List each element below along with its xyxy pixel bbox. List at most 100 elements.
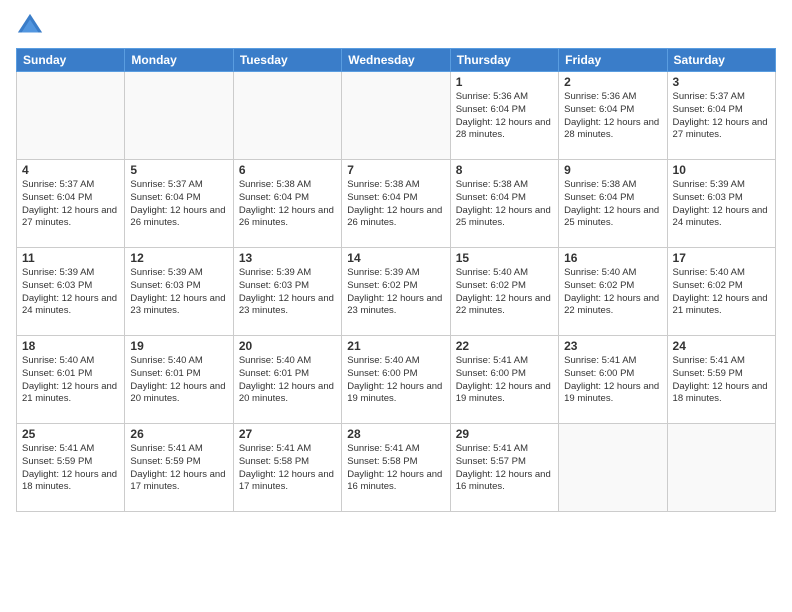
day-number: 15 (456, 251, 553, 265)
logo (16, 12, 48, 40)
day-info: Sunrise: 5:40 AM Sunset: 6:01 PM Dayligh… (130, 355, 227, 406)
day-cell: 14Sunrise: 5:39 AM Sunset: 6:02 PM Dayli… (342, 248, 450, 336)
day-info: Sunrise: 5:39 AM Sunset: 6:03 PM Dayligh… (673, 179, 770, 230)
day-cell: 4 Sunrise: 5:37 AM Sunset: 6:04 PM Daylig… (17, 160, 125, 248)
day-number: 10 (673, 163, 770, 177)
day-cell: 15 Sunrise: 5:40 AM Sunset: 6:02 PM Dayli… (450, 248, 558, 336)
col-header-tuesday: Tuesday (233, 49, 341, 72)
day-info: Sunrise: 5:41 AM Sunset: 5:59 PM Dayligh… (130, 443, 227, 494)
col-header-thursday: Thursday (450, 49, 558, 72)
day-number: 13 (239, 251, 336, 265)
week-row-4: 18 Sunrise: 5:40 AM Sunset: 6:01 PM Dayli… (17, 336, 776, 424)
day-cell: 19 Sunrise: 5:40 AM Sunset: 6:01 PM Dayli… (125, 336, 233, 424)
day-info: Sunrise: 5:39 AM Sunset: 6:03 PM Dayligh… (239, 267, 336, 318)
day-cell: 17Sunrise: 5:40 AM Sunset: 6:02 PM Dayli… (667, 248, 775, 336)
day-cell (342, 72, 450, 160)
day-info: Sunrise: 5:41 AM Sunset: 5:58 PM Dayligh… (347, 443, 444, 494)
day-number: 25 (22, 427, 119, 441)
day-number: 17 (673, 251, 770, 265)
day-cell: 8 Sunrise: 5:38 AM Sunset: 6:04 PM Daylig… (450, 160, 558, 248)
col-header-wednesday: Wednesday (342, 49, 450, 72)
day-cell: 10 Sunrise: 5:39 AM Sunset: 6:03 PM Dayli… (667, 160, 775, 248)
day-number: 9 (564, 163, 661, 177)
calendar-table: SundayMondayTuesdayWednesdayThursdayFrid… (16, 48, 776, 512)
day-number: 22 (456, 339, 553, 353)
day-number: 26 (130, 427, 227, 441)
day-number: 1 (456, 75, 553, 89)
day-cell (125, 72, 233, 160)
day-info: Sunrise: 5:40 AM Sunset: 6:00 PM Dayligh… (347, 355, 444, 406)
day-cell (233, 72, 341, 160)
day-number: 29 (456, 427, 553, 441)
day-number: 27 (239, 427, 336, 441)
day-info: Sunrise: 5:40 AM Sunset: 6:01 PM Dayligh… (239, 355, 336, 406)
day-cell (17, 72, 125, 160)
week-row-5: 25 Sunrise: 5:41 AM Sunset: 5:59 PM Dayli… (17, 424, 776, 512)
day-cell: 9 Sunrise: 5:38 AM Sunset: 6:04 PM Daylig… (559, 160, 667, 248)
day-cell: 16 Sunrise: 5:40 AM Sunset: 6:02 PM Dayli… (559, 248, 667, 336)
day-cell: 7 Sunrise: 5:38 AM Sunset: 6:04 PM Daylig… (342, 160, 450, 248)
day-info: Sunrise: 5:41 AM Sunset: 6:00 PM Dayligh… (456, 355, 553, 406)
day-cell: 18 Sunrise: 5:40 AM Sunset: 6:01 PM Dayli… (17, 336, 125, 424)
day-info: Sunrise: 5:41 AM Sunset: 5:59 PM Dayligh… (22, 443, 119, 494)
day-number: 12 (130, 251, 227, 265)
day-cell: 3 Sunrise: 5:37 AM Sunset: 6:04 PM Daylig… (667, 72, 775, 160)
day-info: Sunrise: 5:40 AM Sunset: 6:01 PM Dayligh… (22, 355, 119, 406)
page: SundayMondayTuesdayWednesdayThursdayFrid… (0, 0, 792, 612)
week-row-1: 1 Sunrise: 5:36 AM Sunset: 6:04 PM Daylig… (17, 72, 776, 160)
day-number: 3 (673, 75, 770, 89)
day-number: 24 (673, 339, 770, 353)
col-header-sunday: Sunday (17, 49, 125, 72)
day-number: 18 (22, 339, 119, 353)
day-info: Sunrise: 5:40 AM Sunset: 6:02 PM Dayligh… (456, 267, 553, 318)
day-info: Sunrise: 5:37 AM Sunset: 6:04 PM Dayligh… (130, 179, 227, 230)
day-cell: 21 Sunrise: 5:40 AM Sunset: 6:00 PM Dayli… (342, 336, 450, 424)
day-cell: 11 Sunrise: 5:39 AM Sunset: 6:03 PM Dayli… (17, 248, 125, 336)
day-info: Sunrise: 5:41 AM Sunset: 6:00 PM Dayligh… (564, 355, 661, 406)
day-info: Sunrise: 5:39 AM Sunset: 6:03 PM Dayligh… (22, 267, 119, 318)
day-info: Sunrise: 5:39 AM Sunset: 6:03 PM Dayligh… (130, 267, 227, 318)
day-number: 20 (239, 339, 336, 353)
day-number: 2 (564, 75, 661, 89)
day-number: 16 (564, 251, 661, 265)
col-header-monday: Monday (125, 49, 233, 72)
day-info: Sunrise: 5:38 AM Sunset: 6:04 PM Dayligh… (564, 179, 661, 230)
day-info: Sunrise: 5:41 AM Sunset: 5:59 PM Dayligh… (673, 355, 770, 406)
day-cell: 23 Sunrise: 5:41 AM Sunset: 6:00 PM Dayli… (559, 336, 667, 424)
day-number: 23 (564, 339, 661, 353)
day-cell: 26 Sunrise: 5:41 AM Sunset: 5:59 PM Dayli… (125, 424, 233, 512)
day-cell: 22 Sunrise: 5:41 AM Sunset: 6:00 PM Dayli… (450, 336, 558, 424)
day-number: 5 (130, 163, 227, 177)
day-number: 8 (456, 163, 553, 177)
day-number: 14 (347, 251, 444, 265)
day-number: 21 (347, 339, 444, 353)
day-cell: 12 Sunrise: 5:39 AM Sunset: 6:03 PM Dayli… (125, 248, 233, 336)
day-info: Sunrise: 5:41 AM Sunset: 5:57 PM Dayligh… (456, 443, 553, 494)
day-info: Sunrise: 5:37 AM Sunset: 6:04 PM Dayligh… (673, 91, 770, 142)
day-info: Sunrise: 5:40 AM Sunset: 6:02 PM Dayligh… (564, 267, 661, 318)
header (16, 12, 776, 40)
day-info: Sunrise: 5:36 AM Sunset: 6:04 PM Dayligh… (564, 91, 661, 142)
logo-icon (16, 12, 44, 40)
week-row-3: 11 Sunrise: 5:39 AM Sunset: 6:03 PM Dayli… (17, 248, 776, 336)
day-number: 6 (239, 163, 336, 177)
day-number: 19 (130, 339, 227, 353)
calendar-header-row: SundayMondayTuesdayWednesdayThursdayFrid… (17, 49, 776, 72)
day-number: 4 (22, 163, 119, 177)
day-info: Sunrise: 5:41 AM Sunset: 5:58 PM Dayligh… (239, 443, 336, 494)
day-cell: 25 Sunrise: 5:41 AM Sunset: 5:59 PM Dayli… (17, 424, 125, 512)
day-number: 11 (22, 251, 119, 265)
day-cell (667, 424, 775, 512)
day-cell: 28Sunrise: 5:41 AM Sunset: 5:58 PM Dayli… (342, 424, 450, 512)
day-info: Sunrise: 5:38 AM Sunset: 6:04 PM Dayligh… (347, 179, 444, 230)
day-cell: 2 Sunrise: 5:36 AM Sunset: 6:04 PM Daylig… (559, 72, 667, 160)
day-number: 7 (347, 163, 444, 177)
day-info: Sunrise: 5:38 AM Sunset: 6:04 PM Dayligh… (456, 179, 553, 230)
day-cell: 29 Sunrise: 5:41 AM Sunset: 5:57 PM Dayli… (450, 424, 558, 512)
week-row-2: 4 Sunrise: 5:37 AM Sunset: 6:04 PM Daylig… (17, 160, 776, 248)
day-cell: 6Sunrise: 5:38 AM Sunset: 6:04 PM Daylig… (233, 160, 341, 248)
col-header-saturday: Saturday (667, 49, 775, 72)
day-cell: 20 Sunrise: 5:40 AM Sunset: 6:01 PM Dayli… (233, 336, 341, 424)
day-info: Sunrise: 5:37 AM Sunset: 6:04 PM Dayligh… (22, 179, 119, 230)
day-cell: 5 Sunrise: 5:37 AM Sunset: 6:04 PM Daylig… (125, 160, 233, 248)
